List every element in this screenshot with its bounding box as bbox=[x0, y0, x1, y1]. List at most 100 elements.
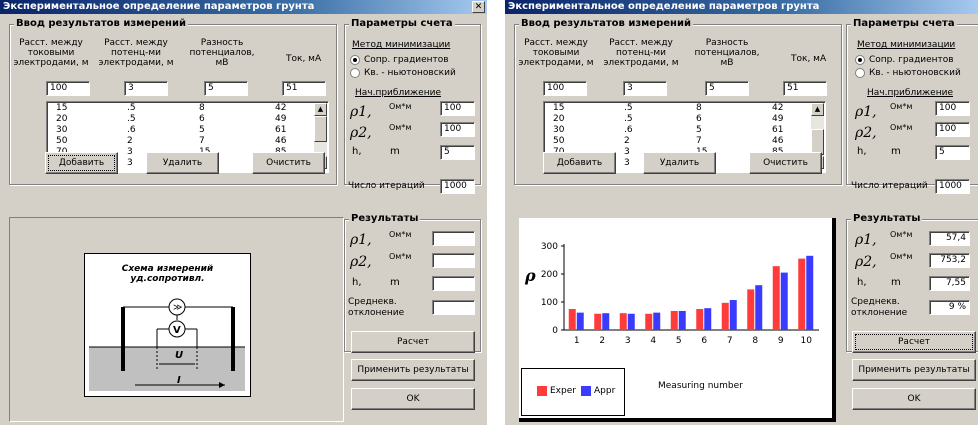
rho1-initial-input[interactable]: 100 bbox=[935, 101, 970, 116]
rho2-result bbox=[432, 253, 475, 268]
iterations-input[interactable]: 1000 bbox=[935, 179, 970, 194]
potential-dist-input[interactable]: 3 bbox=[124, 81, 168, 96]
list-item[interactable]: 30.6 5 61 bbox=[544, 125, 825, 135]
bar-exper-5 bbox=[670, 310, 678, 330]
group-title: Результаты bbox=[349, 213, 421, 225]
list-item[interactable]: 20.5 6 49 bbox=[47, 114, 328, 124]
radio-gradient[interactable] bbox=[855, 55, 865, 65]
ohm-unit: Ом*м bbox=[389, 230, 412, 239]
list-item[interactable]: 15.5 8 42 bbox=[544, 103, 825, 113]
group-title: Ввод результатов измерений bbox=[14, 18, 188, 30]
legend-label-exper: Exper bbox=[550, 386, 576, 396]
current-dist-input[interactable]: 100 bbox=[46, 81, 90, 96]
y-tick-label: 200 bbox=[541, 270, 558, 280]
x-tick-label: 3 bbox=[625, 336, 631, 346]
scroll-up-icon[interactable]: ▲ bbox=[314, 103, 327, 116]
x-tick-label: 2 bbox=[599, 336, 605, 346]
list-item[interactable]: 30.6 5 61 bbox=[47, 125, 328, 135]
rho2-result: 753,2 bbox=[929, 253, 970, 268]
h-result bbox=[432, 276, 475, 291]
current-dist-input[interactable]: 100 bbox=[543, 81, 587, 96]
deviation-label: Среднекв. bbox=[851, 297, 900, 307]
y-tick-label: 100 bbox=[541, 298, 558, 308]
iterations-label: Число итераций bbox=[851, 181, 928, 191]
scheme-i-label: I bbox=[177, 375, 181, 386]
x-tick-label: 9 bbox=[778, 336, 784, 346]
bar-appr-8 bbox=[755, 285, 763, 330]
delete-button[interactable]: Удалить bbox=[643, 152, 716, 174]
radio-gradient-label: Сопр. градиентов bbox=[364, 55, 449, 65]
x-tick-label: 10 bbox=[801, 336, 813, 346]
calculate-button[interactable]: Расчет bbox=[351, 331, 475, 353]
current-input[interactable]: 51 bbox=[282, 81, 326, 96]
h-initial-input[interactable]: 5 bbox=[935, 145, 970, 160]
scroll-thumb[interactable] bbox=[314, 116, 327, 142]
chart-xlabel: Measuring number bbox=[658, 381, 743, 391]
bar-appr-7 bbox=[729, 300, 737, 330]
minimization-method-label: Метод минимизации bbox=[352, 40, 451, 50]
deviation-result bbox=[432, 300, 475, 315]
add-button[interactable]: Добавить bbox=[45, 152, 118, 174]
rho2-label: ρ2, bbox=[350, 125, 372, 141]
rho1-label: ρ1, bbox=[350, 232, 372, 248]
ohm-unit: Ом*м bbox=[389, 123, 412, 132]
apply-results-button[interactable]: Применить результаты bbox=[852, 359, 976, 381]
iterations-input[interactable]: 1000 bbox=[440, 179, 475, 194]
radio-newton[interactable] bbox=[350, 68, 360, 78]
clear-button[interactable]: Очистить bbox=[749, 152, 822, 174]
calculate-button[interactable]: Расчет bbox=[852, 331, 976, 353]
radio-gradient[interactable] bbox=[350, 55, 360, 65]
x-tick-label: 6 bbox=[701, 336, 707, 346]
scroll-up-icon[interactable]: ▲ bbox=[811, 103, 824, 116]
h-label: h, bbox=[352, 277, 362, 288]
ok-button[interactable]: OK bbox=[852, 388, 976, 410]
rho1-initial-input[interactable]: 100 bbox=[440, 101, 475, 116]
h-initial-input[interactable]: 5 bbox=[440, 145, 475, 160]
y-tick-label: 300 bbox=[541, 242, 558, 252]
legend-swatch-exper bbox=[537, 386, 547, 396]
rho2-label: ρ2, bbox=[855, 254, 877, 270]
current-input[interactable]: 51 bbox=[783, 81, 827, 96]
chart-ylabel: ρ bbox=[525, 266, 536, 285]
deviation-label-2: отклонение bbox=[851, 308, 908, 318]
radio-newton[interactable] bbox=[855, 68, 865, 78]
voltage-input[interactable]: 5 bbox=[204, 81, 248, 96]
list-item[interactable]: 15.5 8 42 bbox=[47, 103, 328, 113]
bar-exper-2 bbox=[594, 313, 602, 330]
rho2-initial-input[interactable]: 100 bbox=[935, 122, 970, 137]
deviation-label: Среднекв. bbox=[348, 297, 397, 307]
x-tick-label: 7 bbox=[727, 336, 733, 346]
list-item[interactable]: 50 2 7 46 bbox=[544, 136, 825, 146]
rho1-label: ρ1, bbox=[855, 232, 877, 248]
h-label: h, bbox=[352, 146, 362, 157]
legend-label-appr: Appr bbox=[594, 386, 616, 396]
potential-dist-input[interactable]: 3 bbox=[623, 81, 667, 96]
scheme-drawing: ≫ V bbox=[89, 298, 245, 391]
rho1-label: ρ1, bbox=[350, 104, 372, 120]
group-title: Параметры счета bbox=[851, 18, 957, 30]
bar-exper-6 bbox=[696, 309, 704, 330]
rho1-result bbox=[432, 231, 475, 246]
ohm-unit: Ом*м bbox=[389, 252, 412, 261]
rho2-label: ρ2, bbox=[855, 125, 877, 141]
ok-button[interactable]: OK bbox=[351, 388, 475, 410]
add-button[interactable]: Добавить bbox=[543, 152, 616, 174]
right-window: Экспериментальное определение параметров… bbox=[505, 0, 978, 425]
voltage-input[interactable]: 5 bbox=[705, 81, 749, 96]
rho2-label: ρ2, bbox=[350, 254, 372, 270]
rho2-initial-input[interactable]: 100 bbox=[440, 122, 475, 137]
list-item[interactable]: 50 2 7 46 bbox=[47, 136, 328, 146]
clear-button[interactable]: Очистить bbox=[252, 152, 325, 174]
y-tick-label: 0 bbox=[552, 326, 558, 336]
svg-text:V: V bbox=[173, 325, 181, 336]
m-unit: m bbox=[891, 277, 901, 288]
list-item[interactable]: 20.5 6 49 bbox=[544, 114, 825, 124]
rho1-result: 57,4 bbox=[929, 231, 970, 246]
close-icon[interactable]: ✕ bbox=[472, 1, 485, 13]
col-current-dist-header: Расст. между токовыми электродами, м bbox=[518, 38, 594, 68]
delete-button[interactable]: Удалить bbox=[146, 152, 219, 174]
h-label: h, bbox=[857, 277, 867, 288]
col-current-header: Ток, мА bbox=[791, 54, 827, 64]
initial-approx-label: Нач.приближение bbox=[867, 88, 953, 98]
apply-results-button[interactable]: Применить результаты bbox=[351, 359, 475, 381]
